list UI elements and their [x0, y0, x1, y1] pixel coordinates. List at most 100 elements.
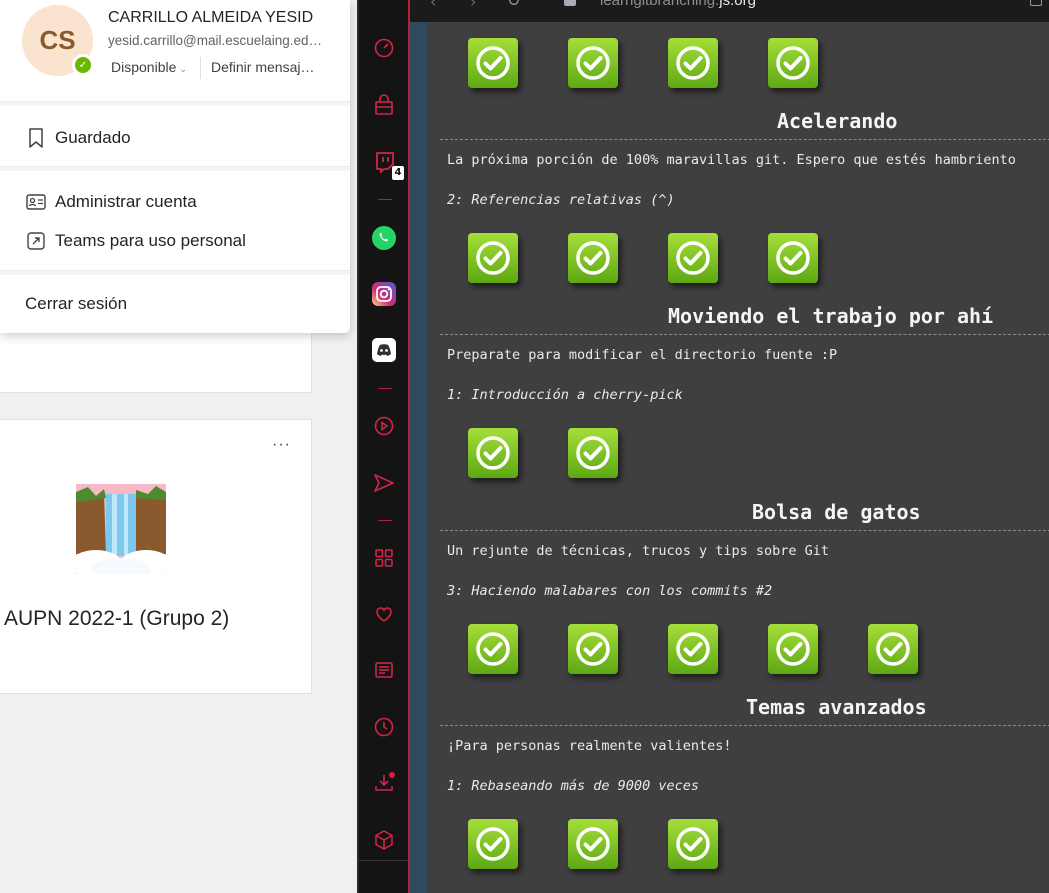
- completed-level-button[interactable]: [768, 38, 818, 88]
- section-description: ¡Para personas realmente valientes!: [447, 738, 732, 754]
- divider: [200, 57, 201, 79]
- profile-flyout: CS ✓ CARRILLO ALMEIDA YESID yesid.carril…: [0, 0, 350, 333]
- checkmark-icon: [576, 632, 610, 666]
- section-title: Bolsa de gatos: [752, 500, 921, 524]
- completed-level-button[interactable]: [768, 233, 818, 283]
- sign-out-menu-item[interactable]: Cerrar sesión: [25, 294, 127, 314]
- section-title: Temas avanzados: [746, 695, 927, 719]
- completed-level-button[interactable]: [868, 624, 918, 674]
- completed-level-button[interactable]: [568, 233, 618, 283]
- section-divider: [440, 530, 1049, 531]
- saved-menu-item[interactable]: Guardado: [25, 127, 131, 149]
- url-tld: js.org: [719, 0, 756, 9]
- checkmark-icon: [576, 436, 610, 470]
- back-icon[interactable]: ‹: [430, 0, 436, 11]
- desktop: ··· AUPN 2022-1 (Grupo 2) CS ✓ CARRILLO …: [0, 0, 1049, 893]
- discord-icon[interactable]: [371, 337, 397, 363]
- checkmark-icon: [776, 632, 810, 666]
- bookmark-icon: [25, 127, 47, 149]
- completed-level-button[interactable]: [568, 624, 618, 674]
- completed-level-button[interactable]: [468, 233, 518, 283]
- section-divider: [440, 139, 1049, 140]
- history-icon[interactable]: [371, 714, 397, 740]
- browser-sidebar: 4: [357, 0, 410, 893]
- section-title: Moviendo el trabajo por ahí: [668, 304, 994, 328]
- completed-level-button[interactable]: [468, 428, 518, 478]
- completed-level-button[interactable]: [668, 233, 718, 283]
- open-external-icon: [25, 230, 47, 252]
- checkmark-icon: [476, 827, 510, 861]
- section-divider: [440, 334, 1049, 335]
- address-bar[interactable]: ‹ › ↻ learngitbranching.js.org: [410, 0, 1049, 22]
- divider: [0, 101, 350, 106]
- checkmark-icon: [676, 241, 710, 275]
- divider: [378, 388, 392, 389]
- checkmark-icon: [676, 827, 710, 861]
- manage-account-menu-item[interactable]: Administrar cuenta: [25, 191, 197, 213]
- extensions-cube-icon[interactable]: [371, 827, 397, 853]
- forward-icon[interactable]: ›: [470, 0, 476, 11]
- completed-level-button[interactable]: [568, 819, 618, 869]
- section-level-name: 2: Referencias relativas (^): [447, 192, 675, 208]
- id-card-icon: [25, 191, 47, 213]
- section-description: La próxima porción de 100% maravillas gi…: [447, 152, 1016, 168]
- url-host: learngitbranching.: [600, 0, 720, 9]
- checkmark-icon: [476, 632, 510, 666]
- checkmark-icon: [476, 241, 510, 275]
- team-name[interactable]: AUPN 2022-1 (Grupo 2): [4, 607, 229, 631]
- completed-level-button[interactable]: [568, 428, 618, 478]
- team-more-options-button[interactable]: ···: [272, 436, 291, 454]
- workspaces-icon[interactable]: [371, 545, 397, 571]
- checkmark-icon: [476, 46, 510, 80]
- set-status-message-button[interactable]: Definir mensaje de estado: [211, 59, 321, 75]
- completed-level-button[interactable]: [668, 38, 718, 88]
- checkmark-icon: [876, 632, 910, 666]
- completed-level-button[interactable]: [568, 38, 618, 88]
- news-icon[interactable]: [371, 657, 397, 683]
- completed-level-button[interactable]: [768, 624, 818, 674]
- completed-level-button[interactable]: [468, 819, 518, 869]
- screenshot-icon[interactable]: [1030, 0, 1042, 6]
- section-level-name: 1: Introducción a cherry-pick: [447, 387, 683, 403]
- divider: [378, 520, 392, 521]
- checkmark-icon: [776, 46, 810, 80]
- instagram-icon[interactable]: [371, 281, 397, 307]
- divider: [378, 199, 392, 200]
- manage-account-label: Administrar cuenta: [55, 192, 197, 211]
- divider: [0, 166, 350, 171]
- site-favicon-icon: [564, 0, 576, 6]
- url-text[interactable]: learngitbranching.js.org: [600, 0, 756, 9]
- checkmark-icon: [576, 827, 610, 861]
- teams-personal-menu-item[interactable]: Teams para uso personal: [25, 230, 246, 252]
- checkmark-icon: [576, 46, 610, 80]
- completed-level-button[interactable]: [468, 624, 518, 674]
- section-description: Un rejunte de técnicas, trucos y tips so…: [447, 543, 830, 559]
- user-email: yesid.carrillo@mail.escuelaing.edu.co: [108, 33, 323, 48]
- downloads-icon[interactable]: [371, 770, 397, 796]
- checkmark-icon: [776, 241, 810, 275]
- section-level-name: 3: Haciendo malabares con los commits #2: [447, 583, 773, 599]
- player-icon[interactable]: [371, 413, 397, 439]
- teams-personal-label: Teams para uso personal: [55, 231, 246, 250]
- chevron-down-icon: ⌄: [179, 64, 187, 74]
- presence-available-icon: ✓: [72, 54, 94, 76]
- divider: [359, 860, 410, 861]
- shopping-bag-icon[interactable]: [371, 92, 397, 118]
- level-selection-panel: Acelerando La próxima porción de 100% ma…: [427, 22, 1049, 893]
- send-icon[interactable]: [371, 470, 397, 496]
- whatsapp-icon[interactable]: [371, 225, 397, 251]
- checkmark-icon: [576, 241, 610, 275]
- heart-icon[interactable]: [371, 601, 397, 627]
- completed-level-button[interactable]: [468, 38, 518, 88]
- checkmark-icon: [676, 632, 710, 666]
- completed-level-button[interactable]: [668, 819, 718, 869]
- status-label: Disponible: [111, 59, 177, 75]
- speed-dial-icon[interactable]: [371, 35, 397, 61]
- checkmark-icon: [476, 436, 510, 470]
- twitch-notification-badge: 4: [392, 166, 404, 180]
- reload-icon[interactable]: ↻: [507, 0, 520, 10]
- completed-level-button[interactable]: [668, 624, 718, 674]
- status-dropdown[interactable]: Disponible ⌄: [111, 59, 187, 75]
- divider: [0, 270, 350, 275]
- teams-pane: ··· AUPN 2022-1 (Grupo 2) CS ✓ CARRILLO …: [0, 0, 357, 893]
